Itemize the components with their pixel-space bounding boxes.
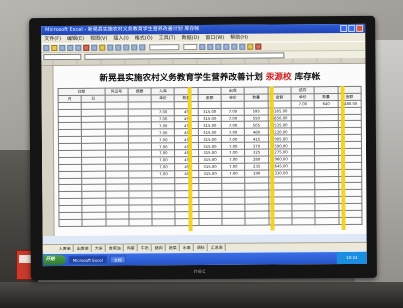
menu-item[interactable]: 窗口(W) (205, 34, 224, 42)
save-icon[interactable] (59, 44, 66, 52)
font-size-select[interactable] (183, 44, 198, 51)
sheet-tab[interactable]: 水果 (180, 244, 194, 252)
system-tray-clock: 10:24 (336, 251, 367, 265)
monitor: Microsoft Excel - 新晃县实施农村义务教育学生营养改善计划 库存… (29, 15, 377, 281)
table-cell[interactable] (315, 217, 339, 225)
column-header[interactable] (317, 58, 342, 64)
row-headers (41, 66, 55, 237)
column-header[interactable] (341, 57, 366, 64)
inventory-table: 日期 凭证号 摘要 入库 出库 结存月日单价 数量 金额 单价 数量 金额 单价 数量 金额 7.00 640… (58, 86, 363, 227)
sheet-tab[interactable]: 汇总表 (208, 243, 226, 251)
table-cell[interactable] (175, 218, 199, 226)
table-cell[interactable] (152, 218, 176, 226)
sum-icon[interactable] (123, 44, 130, 51)
sort-icon[interactable] (131, 44, 138, 51)
font-select[interactable] (149, 44, 180, 51)
bold-icon[interactable] (199, 43, 206, 51)
worksheet[interactable]: 新晃县实施农村义务教育学生营养改善计划 汞源校 库存帐 日期 凭证号 摘要 入库 出库结… (41, 63, 367, 267)
sheet-title-school: 汞源校 (265, 72, 292, 83)
font-color-icon[interactable] (255, 43, 262, 50)
column-header[interactable] (173, 59, 198, 65)
menu-item[interactable]: 文件(F) (44, 35, 61, 43)
start-button[interactable]: 开始 (43, 254, 66, 266)
table-cell[interactable] (291, 217, 316, 225)
preview-icon[interactable] (75, 44, 82, 51)
menu-item[interactable]: 工具(T) (159, 34, 176, 42)
maximize-icon[interactable] (348, 24, 356, 32)
align-left-icon[interactable] (223, 43, 230, 50)
underline-icon[interactable] (215, 43, 222, 50)
align-center-icon[interactable] (231, 43, 238, 50)
column-header[interactable] (221, 58, 246, 64)
copy-icon[interactable] (91, 44, 98, 51)
sheet-tab[interactable]: 蔬菜 (166, 244, 180, 252)
sheet-tab[interactable]: 调料 (194, 243, 208, 252)
menu-item[interactable]: 视图(V) (90, 35, 107, 43)
chart-icon[interactable] (139, 44, 146, 51)
close-icon[interactable] (356, 24, 364, 32)
taskbar: 开始 Microsoft Excel 文档 10:24 (42, 251, 367, 267)
taskbar-item-excel[interactable]: Microsoft Excel (68, 255, 107, 264)
name-box[interactable] (43, 53, 82, 60)
sheet-tab[interactable]: 食用油 (106, 244, 124, 252)
sheet-title-main: 新晃县实施农村义务教育学生营养改善计划 (99, 72, 263, 84)
window-title: Microsoft Excel - 新晃县实施农村义务教育学生营养改善计划 库存… (45, 26, 200, 34)
table-cell[interactable] (245, 217, 269, 226)
column-header[interactable] (293, 58, 318, 64)
align-right-icon[interactable] (239, 43, 246, 50)
new-icon[interactable] (43, 45, 50, 52)
menu-item[interactable]: 格式(O) (135, 34, 153, 42)
table-cell[interactable] (222, 218, 246, 226)
sheet-tab[interactable]: 入库单 (56, 244, 74, 253)
table-row (58, 217, 363, 227)
menu-item[interactable]: 数据(D) (182, 34, 200, 42)
sheet-title-tail: 库存帐 (294, 72, 321, 83)
sheet-tab[interactable]: 牛奶 (138, 244, 152, 252)
screen: Microsoft Excel - 新晃县实施农村义务教育学生营养改善计划 库存… (41, 23, 367, 267)
column-header[interactable] (197, 58, 222, 65)
menu-item[interactable]: 插入(I) (113, 35, 128, 43)
print-icon[interactable] (67, 44, 74, 51)
monitor-brand: nec (193, 267, 207, 276)
sheet-tab[interactable]: 大米 (92, 244, 106, 252)
fill-color-icon[interactable] (247, 43, 254, 50)
column-header[interactable] (149, 59, 174, 65)
table-cell[interactable] (128, 218, 153, 226)
cut-icon[interactable] (83, 44, 90, 51)
column-header[interactable] (77, 59, 102, 65)
minimize-icon[interactable] (340, 24, 348, 33)
italic-icon[interactable] (207, 43, 214, 50)
table-cell[interactable] (82, 219, 106, 227)
taskbar-item-doc[interactable]: 文档 (109, 255, 126, 264)
column-header[interactable] (269, 58, 294, 64)
column-header[interactable] (245, 58, 270, 64)
sheet-tab[interactable]: 猪肉 (152, 244, 166, 252)
column-header[interactable] (101, 59, 126, 65)
sheet-tabs: 入库单 出库单 大米 食用油 鸡蛋 牛奶 猪肉 蔬菜 水果 调料 汇总表 (42, 241, 367, 253)
sheet-tab[interactable]: 鸡蛋 (124, 244, 138, 252)
open-icon[interactable] (51, 45, 58, 52)
menu-item[interactable]: 帮助(H) (230, 34, 248, 42)
column-header[interactable] (53, 59, 78, 66)
redo-icon[interactable] (115, 44, 122, 51)
menu-item[interactable]: 编辑(E) (67, 35, 84, 43)
table-cell[interactable] (105, 218, 129, 226)
desk (0, 282, 403, 308)
column-header[interactable] (125, 59, 150, 65)
table-cell[interactable] (198, 218, 223, 226)
sheet-title: 新晃县实施农村义务教育学生营养改善计划 汞源校 库存帐 (99, 70, 320, 84)
undo-icon[interactable] (107, 44, 114, 51)
sheet-tab[interactable]: 出库单 (74, 244, 92, 252)
table-cell[interactable] (58, 219, 83, 227)
paste-icon[interactable] (99, 44, 106, 51)
